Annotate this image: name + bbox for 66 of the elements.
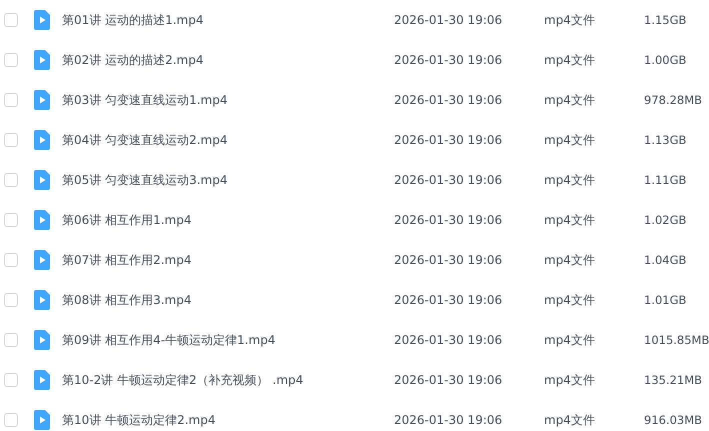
modified-date: 2026-01-30 19:06 bbox=[394, 413, 504, 427]
file-name[interactable]: 第09讲 相互作用4-牛顿运动定律1.mp4 bbox=[62, 332, 394, 348]
file-size: 916.03MB bbox=[644, 413, 704, 427]
modified-date: 2026-01-30 19:06 bbox=[394, 293, 504, 307]
checkbox[interactable] bbox=[4, 173, 18, 187]
file-type: mp4文件 bbox=[544, 292, 596, 308]
file-type: mp4文件 bbox=[544, 252, 596, 268]
video-file-icon bbox=[34, 50, 50, 70]
checkbox[interactable] bbox=[4, 333, 18, 347]
file-name[interactable]: 第01讲 运动的描述1.mp4 bbox=[62, 12, 394, 28]
video-file-icon bbox=[34, 90, 50, 110]
modified-date: 2026-01-30 19:06 bbox=[394, 13, 504, 27]
file-name[interactable]: 第10-2讲 牛顿运动定律2（补充视频） .mp4 bbox=[62, 372, 394, 388]
file-name[interactable]: 第10讲 牛顿运动定律2.mp4 bbox=[62, 412, 394, 428]
file-type: mp4文件 bbox=[544, 172, 596, 188]
file-size: 1.15GB bbox=[644, 13, 688, 27]
checkbox[interactable] bbox=[4, 53, 18, 67]
file-size: 135.21MB bbox=[644, 373, 704, 387]
modified-date: 2026-01-30 19:06 bbox=[394, 253, 504, 267]
file-type: mp4文件 bbox=[544, 92, 596, 108]
modified-date: 2026-01-30 19:06 bbox=[394, 333, 504, 347]
video-file-icon bbox=[34, 10, 50, 30]
file-type: mp4文件 bbox=[544, 332, 596, 348]
file-type: mp4文件 bbox=[544, 132, 596, 148]
file-size: 1.02GB bbox=[644, 213, 688, 227]
file-size: 1.13GB bbox=[644, 133, 688, 147]
file-type: mp4文件 bbox=[544, 372, 596, 388]
file-size: 1015.85MB bbox=[644, 333, 709, 347]
video-file-icon bbox=[34, 410, 50, 430]
file-type: mp4文件 bbox=[544, 12, 596, 28]
modified-date: 2026-01-30 19:06 bbox=[394, 53, 504, 67]
video-file-icon bbox=[34, 170, 50, 190]
file-type: mp4文件 bbox=[544, 412, 596, 428]
file-size: 1.11GB bbox=[644, 173, 688, 187]
file-name[interactable]: 第05讲 匀变速直线运动3.mp4 bbox=[62, 172, 394, 188]
modified-date: 2026-01-30 19:06 bbox=[394, 93, 504, 107]
checkbox[interactable] bbox=[4, 253, 18, 267]
video-file-icon bbox=[34, 370, 50, 390]
file-name[interactable]: 第07讲 相互作用2.mp4 bbox=[62, 252, 394, 268]
video-file-icon bbox=[34, 330, 50, 350]
file-size: 1.04GB bbox=[644, 253, 688, 267]
checkbox[interactable] bbox=[4, 413, 18, 427]
file-name[interactable]: 第04讲 匀变速直线运动2.mp4 bbox=[62, 132, 394, 148]
video-file-icon bbox=[34, 290, 50, 310]
modified-date: 2026-01-30 19:06 bbox=[394, 133, 504, 147]
checkbox[interactable] bbox=[4, 93, 18, 107]
file-size: 1.01GB bbox=[644, 293, 688, 307]
file-size: 1.00GB bbox=[644, 53, 688, 67]
file-type: mp4文件 bbox=[544, 212, 596, 228]
modified-date: 2026-01-30 19:06 bbox=[394, 213, 504, 227]
file-type: mp4文件 bbox=[544, 52, 596, 68]
video-file-icon bbox=[34, 210, 50, 230]
file-name[interactable]: 第03讲 匀变速直线运动1.mp4 bbox=[62, 92, 394, 108]
video-file-icon bbox=[34, 250, 50, 270]
file-name[interactable]: 第02讲 运动的描述2.mp4 bbox=[62, 52, 394, 68]
file-size: 978.28MB bbox=[644, 93, 704, 107]
checkbox[interactable] bbox=[4, 133, 18, 147]
modified-date: 2026-01-30 19:06 bbox=[394, 373, 504, 387]
file-name[interactable]: 第08讲 相互作用3.mp4 bbox=[62, 292, 394, 308]
modified-date: 2026-01-30 19:06 bbox=[394, 173, 504, 187]
checkbox[interactable] bbox=[4, 373, 18, 387]
file-name[interactable]: 第06讲 相互作用1.mp4 bbox=[62, 212, 394, 228]
checkbox[interactable] bbox=[4, 293, 18, 307]
checkbox[interactable] bbox=[4, 13, 18, 27]
video-file-icon bbox=[34, 130, 50, 150]
checkbox[interactable] bbox=[4, 213, 18, 227]
